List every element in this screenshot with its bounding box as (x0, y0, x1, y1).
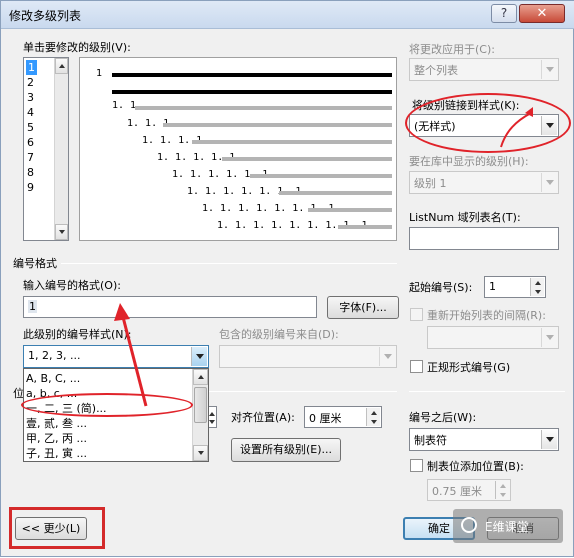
annotation-arrow (500, 112, 532, 148)
annotation-arrows (114, 107, 533, 407)
annotation-arrow (121, 316, 148, 407)
modify-multilevel-list-dialog: 修改多级列表 ? ✕ 单击要修改的级别(V): 123456789 1 1. 1… (0, 0, 574, 557)
annotation-arrowhead (114, 303, 130, 321)
